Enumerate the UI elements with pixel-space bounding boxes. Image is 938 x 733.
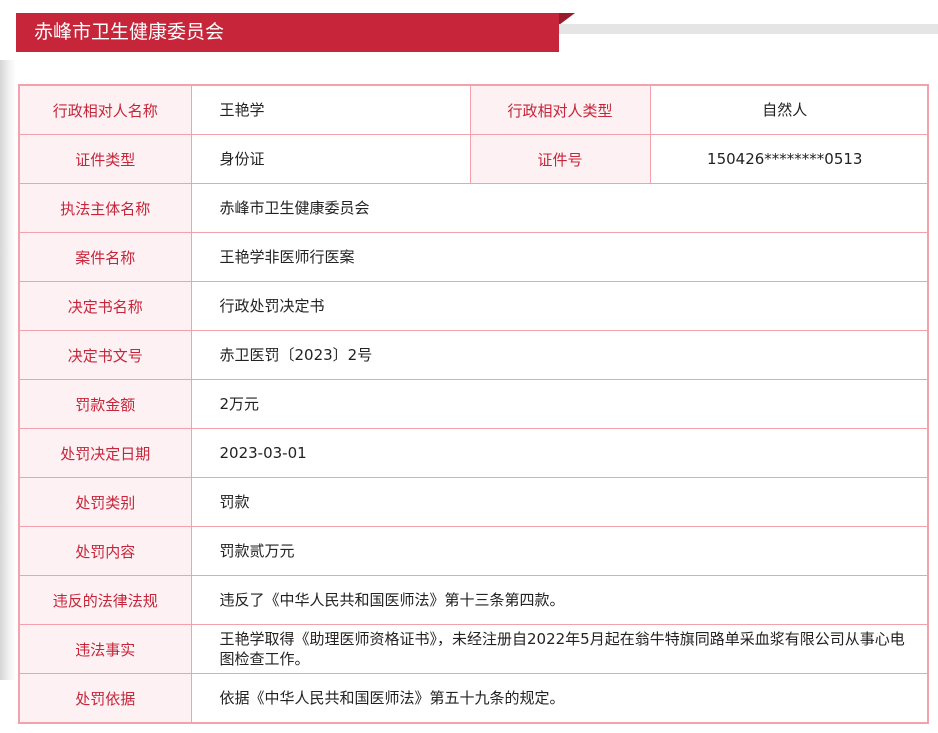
- row-value: 2023-03-01: [190, 428, 929, 478]
- row-label: 处罚内容: [18, 526, 192, 576]
- section-title-bar: 赤峰市卫生健康委员会: [16, 13, 559, 52]
- row-value: 违反了《中华人民共和国医师法》第十三条第四款。: [190, 575, 929, 625]
- row-label: 执法主体名称: [18, 183, 192, 233]
- row-value: 行政处罚决定书: [190, 281, 929, 331]
- row-label: 违反的法律法规: [18, 575, 192, 625]
- row-value: 2万元: [190, 379, 929, 429]
- id-number-label: 证件号: [469, 134, 651, 184]
- table-row: 决定书名称 行政处罚决定书: [18, 281, 929, 331]
- table-row: 行政相对人名称 王艳学 行政相对人类型 自然人: [18, 84, 929, 135]
- row-label: 决定书名称: [18, 281, 192, 331]
- row-label: 处罚依据: [18, 673, 192, 724]
- table-row: 案件名称 王艳学非医师行医案: [18, 232, 929, 282]
- table-row: 处罚内容 罚款贰万元: [18, 526, 929, 576]
- table-row: 处罚依据 依据《中华人民共和国医师法》第五十九条的规定。: [18, 673, 929, 724]
- row-value: 罚款贰万元: [190, 526, 929, 576]
- table-row: 处罚决定日期 2023-03-01: [18, 428, 929, 478]
- table-row: 违法事实 王艳学取得《助理医师资格证书》，未经注册自2022年5月起在翁牛特旗同…: [18, 624, 929, 674]
- table-row: 罚款金额 2万元: [18, 379, 929, 429]
- party-name-label: 行政相对人名称: [18, 84, 192, 135]
- row-value: 依据《中华人民共和国医师法》第五十九条的规定。: [190, 673, 929, 724]
- row-label: 处罚类别: [18, 477, 192, 527]
- id-type-value: 身份证: [190, 134, 471, 184]
- table-row: 处罚类别 罚款: [18, 477, 929, 527]
- section-title: 赤峰市卫生健康委员会: [34, 21, 225, 43]
- row-label: 案件名称: [18, 232, 192, 282]
- party-type-label: 行政相对人类型: [469, 84, 651, 135]
- row-value: 王艳学非医师行医案: [190, 232, 929, 282]
- row-value: 赤卫医罚〔2023〕2号: [190, 330, 929, 380]
- row-label: 处罚决定日期: [18, 428, 192, 478]
- party-type-value: 自然人: [649, 84, 929, 135]
- table-row: 违反的法律法规 违反了《中华人民共和国医师法》第十三条第四款。: [18, 575, 929, 625]
- row-value: 罚款: [190, 477, 929, 527]
- row-label: 罚款金额: [18, 379, 192, 429]
- id-number-value: 150426********0513: [649, 134, 929, 184]
- id-type-label: 证件类型: [18, 134, 192, 184]
- title-bar-rule: [559, 24, 938, 34]
- row-label: 违法事实: [18, 624, 192, 674]
- table-row: 证件类型 身份证 证件号 150426********0513: [18, 134, 929, 184]
- row-value: 王艳学取得《助理医师资格证书》，未经注册自2022年5月起在翁牛特旗同路单采血浆…: [190, 624, 929, 674]
- party-name-value: 王艳学: [190, 84, 471, 135]
- row-value: 赤峰市卫生健康委员会: [190, 183, 929, 233]
- table-row: 决定书文号 赤卫医罚〔2023〕2号: [18, 330, 929, 380]
- table-row: 执法主体名称 赤峰市卫生健康委员会: [18, 183, 929, 233]
- row-label: 决定书文号: [18, 330, 192, 380]
- page-edge-shadow: [0, 60, 16, 680]
- penalty-info-table: 行政相对人名称 王艳学 行政相对人类型 自然人 证件类型 身份证 证件号 150…: [18, 84, 929, 724]
